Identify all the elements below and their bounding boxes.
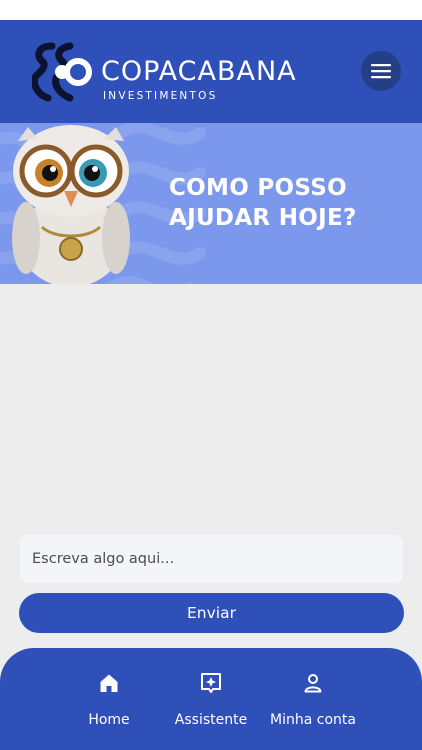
nav-item-account[interactable]: Minha conta [258, 648, 368, 750]
message-input[interactable] [20, 535, 403, 583]
hero-title: COMO POSSO AJUDAR HOJE? [169, 175, 357, 231]
brand-name: COPACABANA [101, 56, 297, 87]
home-icon [99, 672, 119, 694]
hero-banner: COMO POSSO AJUDAR HOJE? [0, 123, 422, 284]
brand-subtitle: INVESTIMENTOS [103, 90, 218, 102]
nav-label-assistant: Assistente [174, 712, 248, 728]
copacabana-logo-icon [32, 42, 92, 102]
nav-item-assistant[interactable]: Assistente [156, 648, 266, 750]
menu-button[interactable] [361, 51, 401, 91]
user-icon [303, 672, 323, 694]
assistant-sparkle-icon [200, 672, 222, 694]
owl-mascot-icon [12, 125, 130, 284]
status-bar [0, 0, 422, 20]
send-button[interactable]: Enviar [19, 593, 404, 633]
nav-item-home[interactable]: Home [54, 648, 164, 750]
hamburger-menu-icon [371, 64, 391, 79]
app-header: COPACABANA INVESTIMENTOS [0, 20, 422, 123]
nav-label-account: Minha conta [270, 712, 356, 728]
nav-label-home: Home [88, 712, 130, 728]
bottom-navigation: Home Assistente Minha conta [0, 648, 422, 750]
